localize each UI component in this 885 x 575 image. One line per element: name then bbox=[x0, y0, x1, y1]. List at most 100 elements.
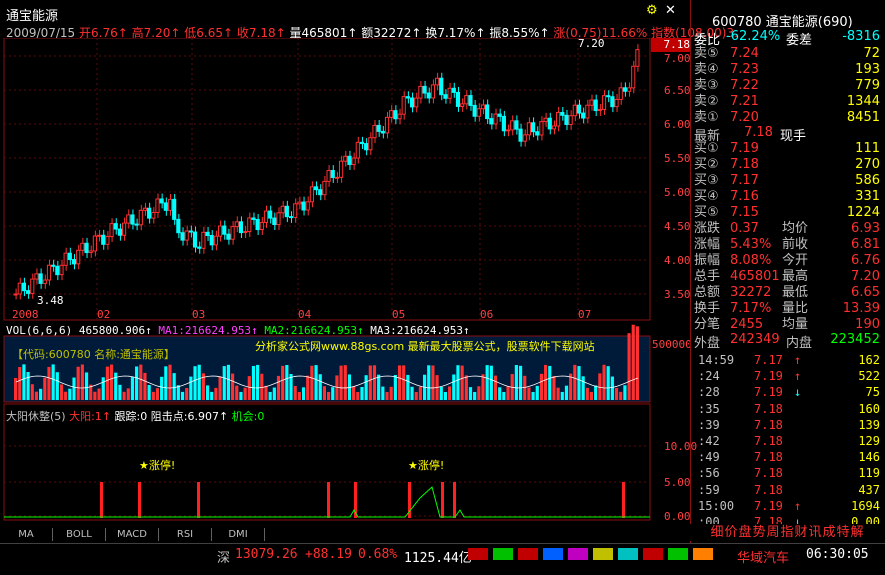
volume-bar bbox=[231, 373, 235, 400]
volume-bar bbox=[281, 365, 285, 400]
news-label[interactable]: 华域汽车 bbox=[737, 547, 789, 566]
candle-body bbox=[67, 252, 72, 261]
volume-bar bbox=[602, 364, 606, 400]
volume-bar bbox=[239, 391, 243, 400]
volume-bar bbox=[310, 365, 314, 400]
volume-bar bbox=[210, 391, 214, 400]
volume-bar bbox=[314, 365, 318, 400]
volume-bar bbox=[452, 374, 456, 400]
candle-body bbox=[92, 235, 97, 252]
tab-ma[interactable]: MA bbox=[0, 528, 53, 541]
price-axis-label: 3.50 bbox=[664, 288, 691, 301]
volume-bar bbox=[439, 386, 443, 400]
price-axis-label: 5.50 bbox=[664, 152, 691, 165]
tab-dmi[interactable]: DMI bbox=[212, 528, 265, 541]
volume-bar bbox=[306, 375, 310, 400]
volume-bar bbox=[485, 365, 489, 400]
candle-body bbox=[130, 214, 135, 225]
candle-body bbox=[30, 278, 35, 294]
candle-body bbox=[447, 87, 452, 99]
gear-icon[interactable]: ⚙ bbox=[646, 3, 658, 18]
volume-bar bbox=[377, 374, 381, 400]
candle-body bbox=[284, 205, 289, 218]
volume-bar bbox=[122, 391, 126, 400]
candle-body bbox=[530, 122, 536, 133]
volume-bar bbox=[564, 385, 569, 400]
candle-body bbox=[539, 121, 544, 136]
volume-bar bbox=[218, 376, 222, 400]
candle-body bbox=[305, 201, 310, 211]
candle-body bbox=[606, 95, 611, 98]
candle-body bbox=[364, 143, 369, 151]
volume-bar bbox=[498, 387, 502, 400]
candle-body bbox=[138, 209, 143, 226]
candle-body bbox=[451, 87, 456, 93]
candle-body bbox=[122, 222, 127, 236]
market-amount: 1125.44亿 bbox=[404, 551, 472, 566]
indicator-signal-bar bbox=[197, 482, 200, 518]
volume-bar bbox=[51, 364, 55, 400]
volume-bar bbox=[143, 372, 147, 400]
volume-bar bbox=[39, 388, 43, 400]
candle-body bbox=[42, 279, 47, 284]
volume-bar bbox=[168, 364, 172, 400]
volume-bar bbox=[243, 387, 247, 400]
ask-row: 卖③ 7.22 779 bbox=[694, 78, 880, 93]
tab-rsi[interactable]: RSI bbox=[159, 528, 212, 541]
volume-bar bbox=[26, 372, 30, 400]
candle-body bbox=[435, 77, 440, 86]
volume-bar bbox=[97, 388, 101, 400]
kline-chart[interactable] bbox=[0, 38, 690, 528]
volume-bar bbox=[418, 386, 422, 400]
volume-ad-text[interactable]: 分析家公式网www.88gs.com 最新最大股票公式，股票软件下载网站 bbox=[255, 338, 595, 354]
candle-body bbox=[255, 218, 260, 231]
volume-bar bbox=[443, 391, 448, 400]
function-tabs[interactable]: 细价盘势周指财讯成特解 bbox=[690, 524, 885, 541]
arrow-icon[interactable]: ✕ bbox=[665, 3, 676, 18]
volume-bar bbox=[489, 365, 493, 400]
candle-body bbox=[238, 221, 244, 234]
candle-body bbox=[46, 264, 52, 281]
candle-body bbox=[222, 225, 227, 235]
volume-bar bbox=[34, 391, 39, 400]
volume-bar bbox=[268, 391, 272, 400]
tab-macd[interactable]: MACD bbox=[106, 528, 159, 541]
candle-body bbox=[184, 230, 189, 241]
stock-name: 通宝能源 bbox=[6, 9, 59, 24]
candle-body bbox=[389, 110, 394, 118]
candle-body bbox=[397, 113, 402, 120]
volume-bar bbox=[548, 365, 552, 400]
candle-body bbox=[526, 122, 531, 136]
tab-boll[interactable]: BOLL bbox=[53, 528, 106, 541]
candle-body bbox=[201, 231, 206, 249]
volume-bar bbox=[539, 373, 544, 400]
candle-body bbox=[326, 170, 331, 182]
candle-body bbox=[334, 176, 340, 179]
candle-body bbox=[543, 117, 548, 123]
candle-body bbox=[347, 155, 352, 165]
candle-body bbox=[17, 282, 22, 295]
volume-bar bbox=[327, 391, 331, 400]
volume-bar bbox=[18, 367, 22, 400]
volume-bar bbox=[544, 364, 548, 400]
candle-body bbox=[243, 231, 248, 234]
candle-body bbox=[176, 218, 181, 234]
candle-body bbox=[631, 65, 636, 89]
volume-bar bbox=[101, 377, 105, 400]
candle-body bbox=[251, 217, 256, 220]
volume-bar bbox=[147, 385, 151, 400]
candle-body bbox=[55, 265, 60, 276]
volume-bar bbox=[109, 364, 114, 400]
candle-body bbox=[217, 225, 223, 237]
status-color-block bbox=[468, 548, 718, 560]
candle-body bbox=[505, 129, 511, 132]
bid-row: 买① 7.19 111 bbox=[694, 141, 880, 156]
volume-bar bbox=[247, 376, 251, 400]
stat-row: 分笔 2455 均量 190 bbox=[694, 317, 880, 332]
candle-body bbox=[159, 198, 164, 204]
candle-body bbox=[618, 87, 623, 100]
candle-body bbox=[259, 221, 264, 231]
indicator-signal-bar bbox=[453, 482, 456, 518]
candle-body bbox=[263, 210, 269, 223]
candle-body bbox=[393, 110, 398, 120]
